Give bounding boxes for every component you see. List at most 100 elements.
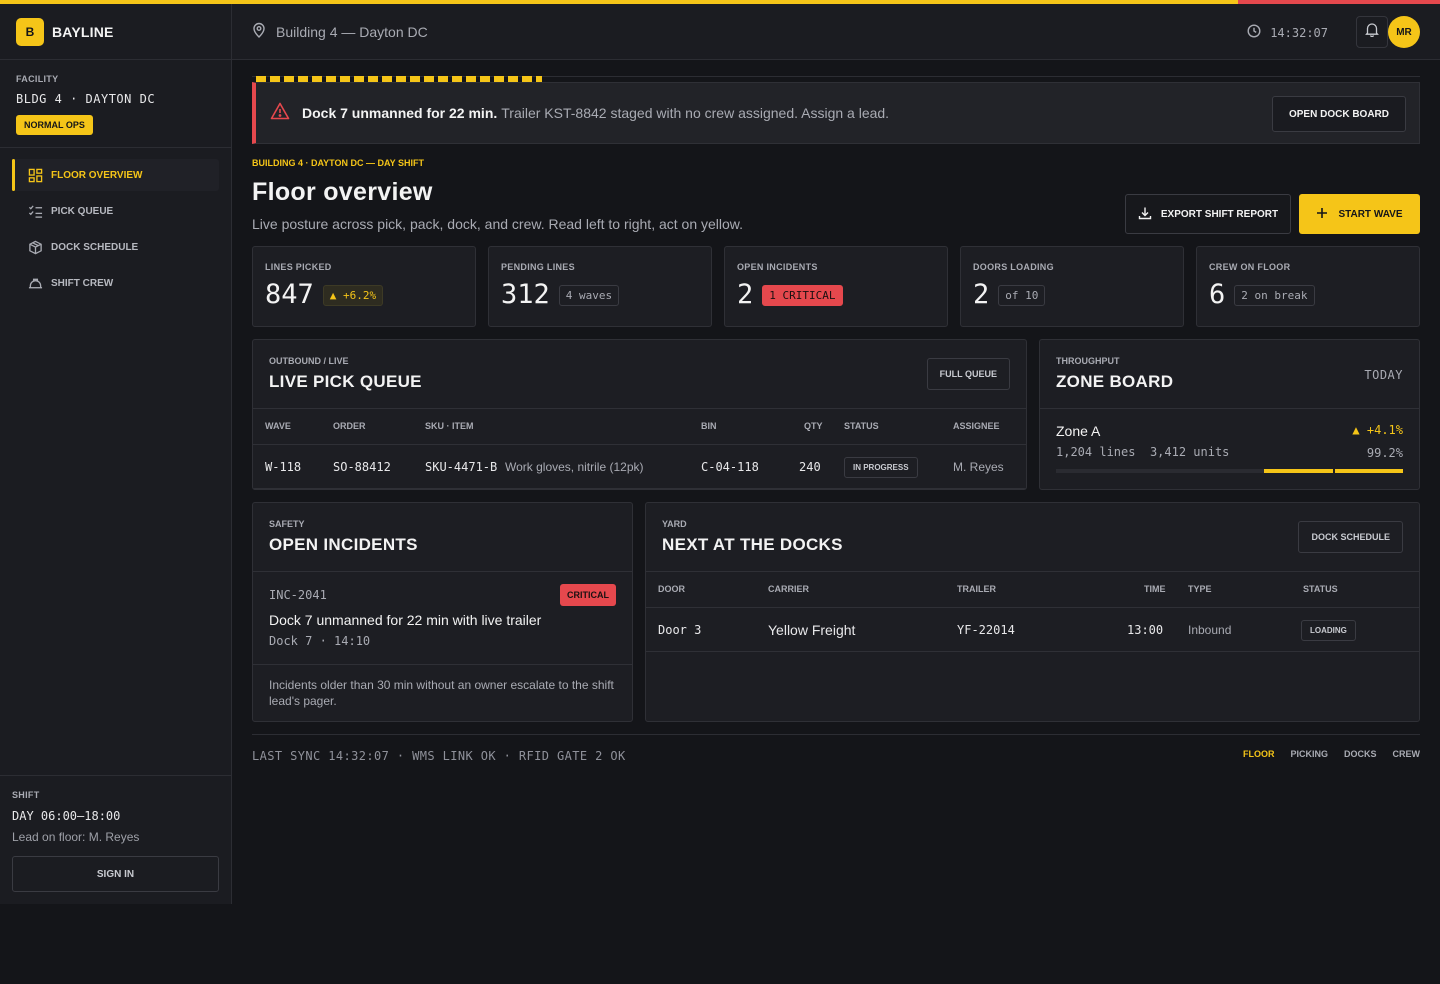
sign-in-button[interactable]: SIGN IN (12, 856, 219, 892)
warning-triangle-icon (270, 102, 290, 125)
column-header[interactable]: QTY (804, 421, 823, 431)
panel-title: ZONE BOARD (1056, 372, 1174, 391)
cell-item: Work gloves, nitrile (12pk) (505, 460, 644, 474)
kpi-crew-on-floor[interactable]: CREW ON FLOOR 6 2 on break (1196, 246, 1420, 327)
kpi-row: LINES PICKED 847 ▲ +6.2% PENDING LINES 3… (252, 246, 1420, 327)
package-box-icon (27, 239, 43, 255)
incident-policy-note: Incidents older than 30 min without an o… (269, 678, 614, 708)
kpi-open-incidents[interactable]: OPEN INCIDENTS 2 1 CRITICAL (724, 246, 948, 327)
avatar[interactable]: MR (1388, 16, 1420, 48)
kpi-label: DOORS LOADING (973, 262, 1054, 272)
cell-qty: 240 (799, 460, 821, 474)
footer-nav: FLOOR PICKING DOCKS CREW (1243, 749, 1420, 759)
kpi-doors-loading[interactable]: DOORS LOADING 2 of 10 (960, 246, 1184, 327)
panel-kicker: SAFETY (269, 519, 305, 529)
column-header[interactable]: ORDER (333, 421, 366, 431)
column-header[interactable]: ASSIGNEE (953, 421, 1000, 431)
panel-kicker: OUTBOUND / LIVE (269, 356, 349, 366)
cell-door: Door 3 (658, 623, 702, 637)
sidebar-item-label: FLOOR OVERVIEW (51, 169, 143, 181)
kpi-pending-lines[interactable]: PENDING LINES 312 4 waves (488, 246, 712, 327)
facility-name: BLDG 4 · DAYTON DC (16, 92, 156, 106)
full-queue-button[interactable]: FULL QUEUE (926, 358, 1010, 390)
zone-stats: 1,204 lines 3,412 units (1056, 445, 1403, 459)
ops-status-badge: NORMAL OPS (16, 115, 93, 135)
kpi-detail-badge: of 10 (998, 284, 1046, 306)
plus-icon (1316, 207, 1338, 222)
kpi-value: 2 (973, 279, 990, 310)
footer-link-crew[interactable]: CREW (1393, 749, 1421, 759)
column-header[interactable]: STATUS (844, 421, 879, 431)
kpi-value: 847 (265, 279, 314, 310)
shift-label: SHIFT (12, 790, 40, 800)
dock-schedule-button[interactable]: DOCK SCHEDULE (1298, 521, 1403, 553)
sync-status: LAST SYNC 14:32:07 · WMS LINK OK · RFID … (252, 749, 626, 763)
zone-lines: 1,204 lines (1056, 445, 1136, 459)
table-header: WAVE ORDER SKU · ITEM BIN QTY STATUS ASS… (253, 409, 1026, 445)
shift-time: DAY 06:00–18:00 (12, 809, 121, 823)
kpi-trend-badge: ▲ +6.2% (322, 284, 384, 306)
cell-wave: W-118 (265, 460, 302, 474)
kpi-lines-picked[interactable]: LINES PICKED 847 ▲ +6.2% (252, 246, 476, 327)
table-header: DOOR CARRIER TRAILER TIME TYPE STATUS (646, 572, 1419, 608)
zone-name: Zone A (1056, 423, 1101, 439)
clock: 14:32:07 (1247, 24, 1328, 41)
incident-title: Dock 7 unmanned for 22 min with live tra… (269, 612, 542, 628)
shift-card: SHIFT DAY 06:00–18:00 Lead on floor: M. … (0, 775, 231, 904)
zone-progress-bar (1056, 468, 1403, 474)
column-header[interactable]: TIME (1144, 584, 1166, 594)
column-header[interactable]: DOOR (658, 584, 685, 594)
kpi-value: 2 (737, 279, 754, 310)
zone-progress-marker (1333, 468, 1335, 474)
panel-kicker: YARD (662, 519, 687, 529)
page-title: Floor overview (252, 178, 433, 206)
start-wave-button[interactable]: START WAVE (1299, 194, 1420, 234)
column-header[interactable]: TYPE (1188, 584, 1212, 594)
cell-type: Inbound (1188, 623, 1232, 637)
column-header[interactable]: SKU · ITEM (425, 421, 474, 431)
table-row[interactable]: W-118 SO-88412 SKU-4471-B Work gloves, n… (253, 445, 1026, 489)
footer-link-docks[interactable]: DOCKS (1344, 749, 1377, 759)
location-display[interactable]: Building 4 — Dayton DC (252, 22, 428, 41)
sidebar-item-floor-overview[interactable]: FLOOR OVERVIEW (12, 159, 219, 191)
facility-label: FACILITY (16, 74, 59, 84)
alert-detail: Trailer KST-8842 staged with no crew ass… (501, 105, 890, 121)
column-header[interactable]: CARRIER (768, 584, 809, 594)
page-subtitle: Live posture across pick, pack, dock, an… (252, 216, 744, 232)
start-wave-label: START WAVE (1338, 208, 1403, 220)
zone-row[interactable]: Zone A ▲ +4.1% 1,204 lines 3,412 units 9… (1040, 409, 1419, 489)
column-header[interactable]: STATUS (1303, 584, 1338, 594)
zone-percent: 99.2% (1366, 446, 1403, 460)
incident-item[interactable]: INC-2041 CRITICAL Dock 7 unmanned for 22… (253, 572, 632, 665)
open-incidents-panel: SAFETY OPEN INCIDENTS INC-2041 CRITICAL … (252, 502, 633, 722)
kpi-label: OPEN INCIDENTS (737, 262, 818, 272)
clock-icon (1247, 24, 1270, 41)
kpi-value: 312 (501, 279, 550, 310)
sidebar-item-pick-queue[interactable]: PICK QUEUE (12, 195, 219, 227)
notifications-button[interactable] (1356, 16, 1388, 48)
footer-link-floor[interactable]: FLOOR (1243, 749, 1275, 759)
panel-kicker: THROUGHPUT (1056, 356, 1120, 366)
brand[interactable]: B BAYLINE (0, 4, 231, 60)
location-text: Building 4 — Dayton DC (276, 23, 428, 40)
zone-units: 3,412 units (1149, 445, 1230, 459)
footer-link-picking[interactable]: PICKING (1290, 749, 1328, 759)
breadcrumb: BUILDING 4 · DAYTON DC — DAY SHIFT (252, 158, 425, 168)
cell-trailer: YF-22014 (957, 623, 1015, 637)
sidebar-item-shift-crew[interactable]: SHIFT CREW (12, 267, 219, 299)
cell-assignee: M. Reyes (953, 460, 1004, 474)
map-pin-icon (252, 22, 276, 41)
zone-delta: ▲ +4.1% (1352, 423, 1403, 437)
open-dock-board-button[interactable]: OPEN DOCK BOARD (1271, 96, 1406, 132)
column-header[interactable]: TRAILER (957, 584, 996, 594)
incident-meta: Dock 7 · 14:10 (269, 634, 371, 648)
export-shift-report-button[interactable]: EXPORT SHIFT REPORT (1125, 194, 1291, 234)
live-pick-queue-panel: OUTBOUND / LIVE LIVE PICK QUEUE FULL QUE… (252, 339, 1027, 490)
column-header[interactable]: WAVE (265, 421, 291, 431)
export-label: EXPORT SHIFT REPORT (1160, 208, 1279, 220)
sidebar-item-dock-schedule[interactable]: DOCK SCHEDULE (12, 231, 219, 263)
table-row[interactable]: Door 3 Yellow Freight YF-22014 13:00 Inb… (646, 608, 1419, 652)
kpi-detail-badge: 4 waves (558, 284, 620, 306)
column-header[interactable]: BIN (701, 421, 717, 431)
period-label[interactable]: TODAY (1364, 368, 1403, 382)
